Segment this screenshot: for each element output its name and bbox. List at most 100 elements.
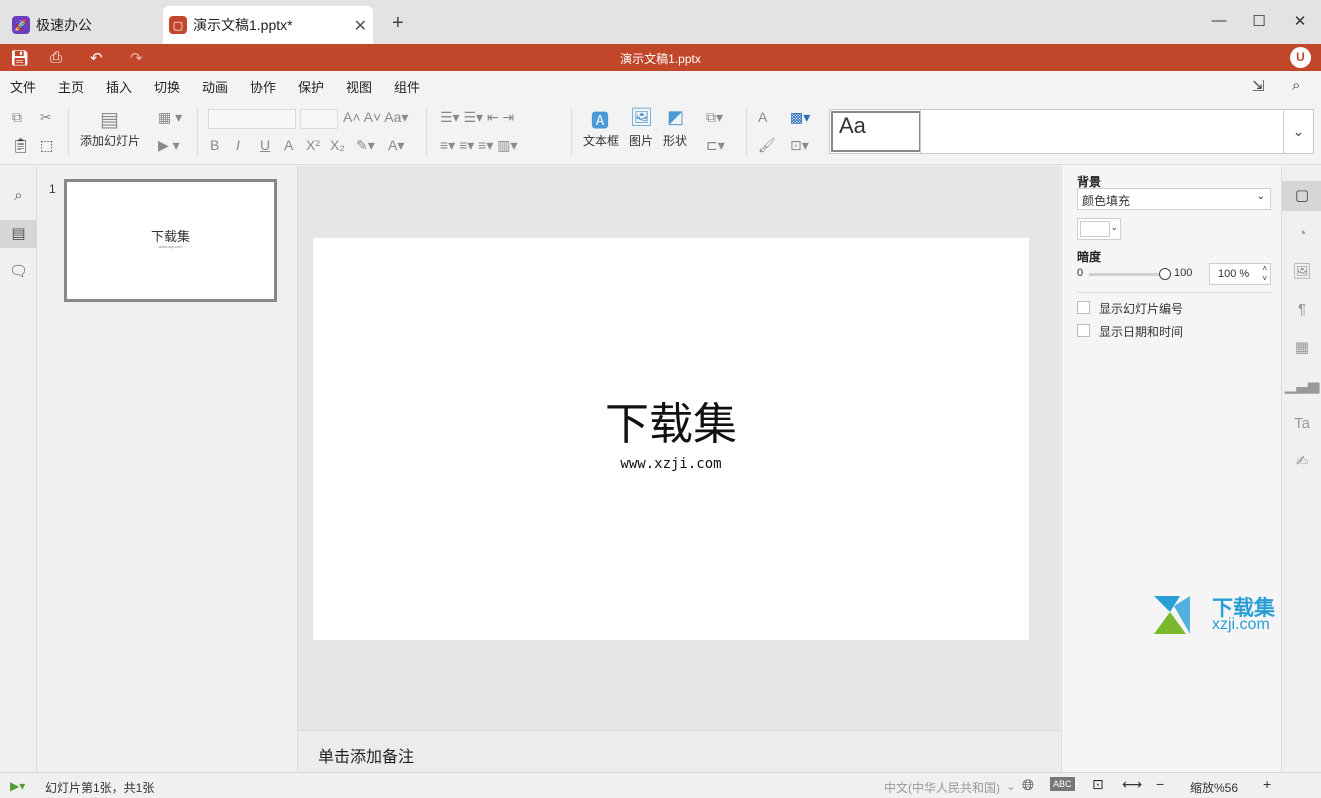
image-label[interactable]: 图片 [629, 132, 653, 149]
slide-settings-icon[interactable]: ▢ [1282, 181, 1321, 211]
align-objects-icon[interactable]: ⊏▾ [706, 137, 725, 154]
slide-thumbnail[interactable]: 下载集 www.xzji.com [64, 179, 277, 302]
format-painter-icon[interactable]: 🖌︎ [758, 137, 776, 154]
tab-document-label: 演示文稿1.pptx* [193, 17, 293, 33]
zoom-level[interactable]: 缩放%56 [1190, 779, 1238, 796]
zoom-out-icon[interactable]: − [1156, 776, 1164, 792]
theme-sample[interactable]: Aa [831, 111, 921, 152]
comments-icon[interactable]: 🗨︎ [0, 258, 37, 286]
spellcheck-icon[interactable]: ABC [1050, 777, 1075, 791]
fill-type-value: 颜色填充 [1082, 194, 1131, 208]
slideshow-start-icon[interactable]: ▶▾ [10, 779, 25, 793]
ribbon-toolbar: ⧉ ✂ 📋︎ ⬚ ▤ 添加幻灯片 ▦ ▾ ▶ ▾ A˄ A˅ Aa▾ B I U… [0, 99, 1321, 165]
close-window-button[interactable]: ✕ [1290, 12, 1310, 30]
tab-home[interactable]: 🚀 极速办公 [4, 6, 156, 44]
signature-settings-icon[interactable]: ✍ [1282, 447, 1321, 477]
bullet-list-icon[interactable]: ☰▾ ☰▾ ⇤ ⇥ [440, 109, 514, 126]
copy-icon[interactable]: ⧉ [12, 109, 22, 126]
add-slide-label[interactable]: 添加幻灯片 [80, 132, 140, 149]
layout-icon[interactable]: ▦ ▾ [158, 109, 182, 126]
menu-view[interactable]: 视图 [346, 77, 372, 96]
notes-area[interactable]: 单击添加备注 [298, 730, 1060, 772]
search-icon[interactable]: ⌕ [0, 182, 37, 210]
align-icon[interactable]: ≡▾ ≡▾ ≡▾ ▥▾ [440, 137, 518, 154]
table-settings-icon[interactable]: ▦ [1282, 333, 1321, 363]
thumbnail-subtitle: www.xzji.com [158, 244, 183, 249]
color-picker[interactable]: ⌄ [1077, 218, 1121, 240]
separator [68, 107, 69, 157]
underline-icon[interactable]: U [260, 137, 270, 153]
textbox-label[interactable]: 文本框 [583, 132, 619, 149]
slide-number-checkbox[interactable] [1077, 301, 1090, 314]
font-family-select[interactable] [208, 109, 296, 129]
slide-title[interactable]: 下载集 [313, 388, 1029, 452]
open-location-icon[interactable]: ⇲ [1252, 77, 1265, 95]
subscript-icon[interactable]: X₂ [330, 137, 345, 153]
stepper-icon[interactable]: ˄ ˅ [1262, 264, 1267, 284]
image-icon[interactable]: 🖼︎ [630, 107, 653, 128]
opacity-slider-track[interactable] [1089, 273, 1163, 276]
chevron-down-icon[interactable]: ⌄ [1283, 110, 1313, 153]
add-tab-icon[interactable]: + [392, 12, 404, 35]
arrange-icon[interactable]: ⧉▾ [706, 109, 723, 126]
shape-label[interactable]: 形状 [663, 132, 687, 149]
paragraph-settings-icon[interactable]: ¶ [1282, 295, 1321, 325]
slide-size-icon[interactable]: ⊡▾ [790, 137, 809, 154]
slide[interactable]: 下载集 www.xzji.com [313, 238, 1029, 640]
opacity-slider-handle[interactable] [1159, 268, 1171, 280]
font-color-icon[interactable]: A▾ [388, 137, 404, 154]
paste-icon[interactable]: 📋︎ [12, 137, 30, 154]
fit-slide-icon[interactable]: ⊡ [1092, 776, 1104, 793]
text-art-settings-icon[interactable]: Ta [1282, 409, 1321, 439]
font-size-select[interactable] [300, 109, 338, 129]
shape-settings-icon[interactable]: ◔ [1282, 219, 1321, 249]
menu-animation[interactable]: 动画 [202, 77, 228, 96]
textbox-icon[interactable]: 🅰︎ [591, 107, 609, 133]
theme-gallery[interactable]: Aa ⌄ [829, 109, 1314, 154]
image-settings-icon[interactable]: 🖼︎ [1282, 257, 1321, 287]
strikethrough-icon[interactable]: A [284, 137, 293, 153]
fit-width-icon[interactable]: ⟷ [1122, 776, 1142, 793]
menu-file[interactable]: 文件 [10, 77, 36, 96]
left-toolbar: ⌕ ▤ 🗨︎ [0, 166, 37, 772]
separator [920, 110, 921, 153]
thumbnail-index: 1 [49, 182, 56, 196]
document-title: 演示文稿1.pptx [620, 52, 701, 66]
bold-icon[interactable]: B [210, 137, 219, 153]
zoom-in-icon[interactable]: + [1263, 776, 1271, 792]
language-select[interactable]: 中文(中华人民共和国) [884, 779, 1000, 796]
menu-collaborate[interactable]: 协作 [250, 77, 276, 96]
chart-settings-icon[interactable]: ▁▃▅ [1282, 371, 1321, 401]
menu-protect[interactable]: 保护 [298, 77, 324, 96]
menu-insert[interactable]: 插入 [106, 77, 132, 96]
menu-transitions[interactable]: 切换 [154, 77, 180, 96]
tab-document[interactable]: ▢ 演示文稿1.pptx* ✕ [163, 6, 373, 44]
maximize-button[interactable]: ☐ [1249, 12, 1269, 30]
chevron-down-icon[interactable]: ⌄ [1006, 779, 1016, 793]
menu-home[interactable]: 主页 [58, 77, 85, 101]
select-all-icon[interactable]: ⬚ [40, 137, 53, 154]
slide-subtitle[interactable]: www.xzji.com [313, 456, 1029, 472]
date-time-label: 显示日期和时间 [1099, 325, 1184, 339]
slides-icon[interactable]: ▤ [0, 220, 37, 248]
globe-icon[interactable]: 🌐︎ [1022, 777, 1034, 794]
minimize-button[interactable]: — [1209, 12, 1229, 29]
highlight-icon[interactable]: ✎▾ [356, 137, 375, 154]
close-tab-icon[interactable]: ✕ [354, 16, 367, 36]
add-slide-icon[interactable]: ▤ [100, 107, 119, 132]
opacity-input[interactable]: 100 % ˄ ˅ [1209, 263, 1271, 285]
cut-icon[interactable]: ✂ [40, 109, 52, 126]
search-icon[interactable]: ⌕ [1292, 77, 1300, 94]
italic-icon[interactable]: I [236, 137, 240, 153]
superscript-icon[interactable]: X² [306, 137, 320, 153]
slideshow-icon[interactable]: ▶ ▾ [158, 137, 180, 154]
right-toolbar: ▢ ◔ 🖼︎ ¶ ▦ ▁▃▅ Ta ✍ [1281, 166, 1321, 772]
font-size-increase-icon[interactable]: A˄ A˅ Aa▾ [343, 109, 408, 126]
menu-plugins[interactable]: 组件 [394, 77, 420, 96]
color-scheme-icon[interactable]: ▩▾ [790, 109, 810, 126]
clear-style-icon[interactable]: A [758, 109, 767, 125]
avatar[interactable]: U [1290, 47, 1311, 68]
fill-type-select[interactable]: 颜色填充 ⌄ [1077, 188, 1271, 210]
shape-icon[interactable]: ◩ [667, 107, 684, 128]
date-time-checkbox[interactable] [1077, 324, 1090, 337]
